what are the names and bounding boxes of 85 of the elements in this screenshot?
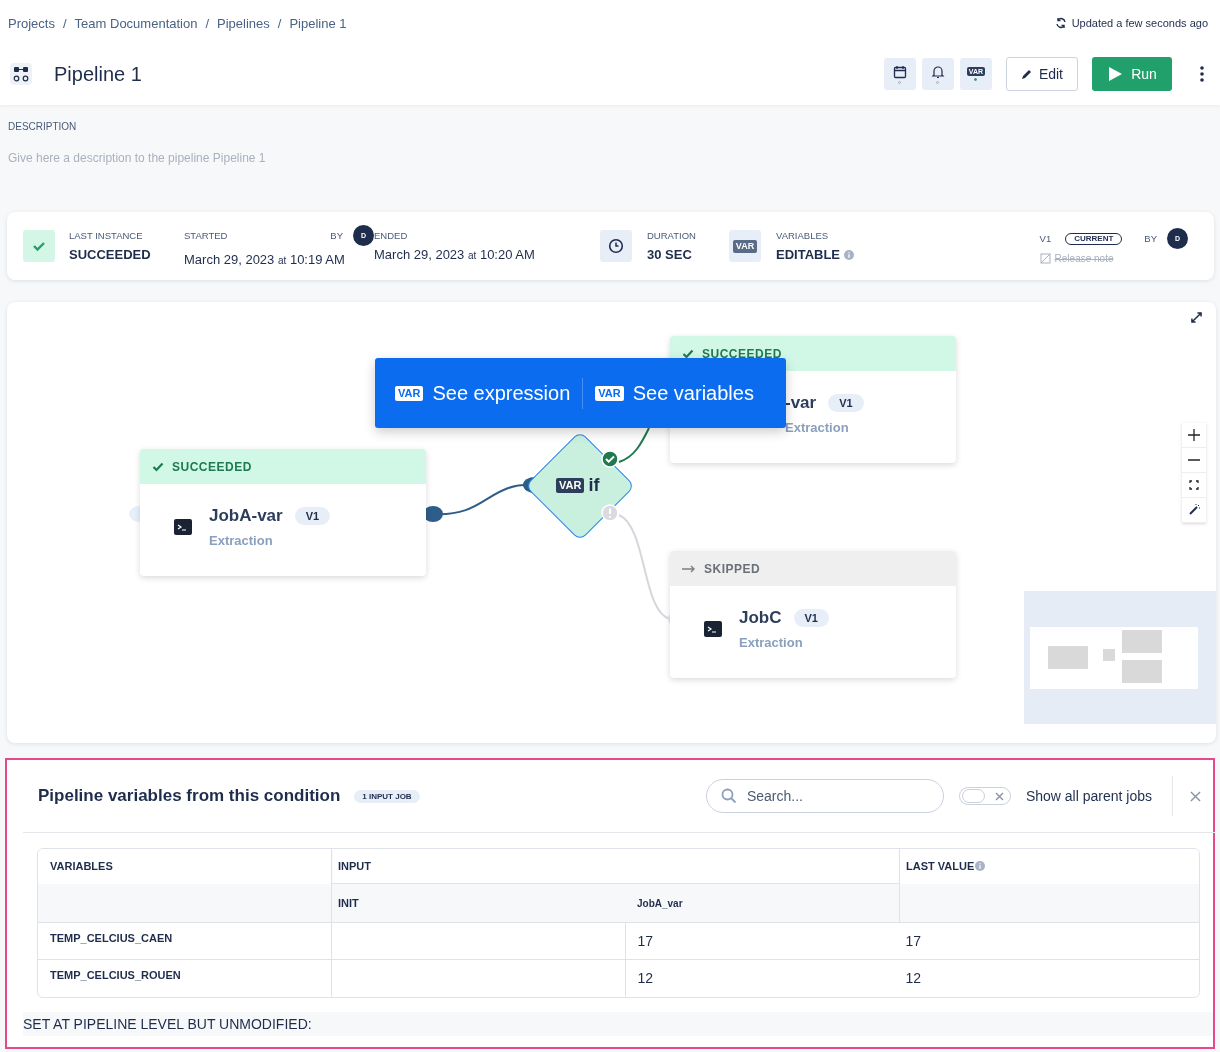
end-date: March 29, 2023 at 10:20 AM [374, 247, 536, 262]
close-icon[interactable] [1190, 790, 1201, 802]
section-heading: SET AT PIPELINE LEVEL BUT UNMODIFIED: [23, 1011, 1213, 1036]
popup-action-button[interactable]: VAR See variables [582, 377, 754, 409]
variable-badge: VAR [556, 478, 585, 493]
breadcrumb-link[interactable]: Pipeline 1 [289, 15, 347, 31]
job-name: -var [785, 393, 817, 413]
table-cell: 12 [899, 959, 1199, 997]
breadcrumb-link[interactable]: Projects [8, 15, 55, 31]
more-options-icon[interactable] [1200, 66, 1204, 82]
table-cell: TEMP_CELCIUS_ROUEN [38, 959, 332, 997]
column-header: VARIABLES [38, 849, 332, 884]
breadcrumb-link[interactable]: Team Documentation [74, 15, 198, 31]
duration-value: 30 SEC [647, 247, 693, 262]
table-cell: TEMP_CELCIUS_CAEN [38, 922, 332, 960]
job-type: Extraction [785, 420, 850, 435]
pencil-icon [1020, 68, 1033, 80]
search-icon [720, 788, 737, 804]
variables-icon: VAR [729, 230, 761, 262]
column-header: INPUT [331, 849, 900, 884]
field-label: ENDED [374, 230, 409, 241]
job-name: JobA-var [209, 506, 283, 526]
input-job-badge: 1 INPUT JOB [354, 789, 420, 803]
edit-button[interactable]: Edit [1005, 57, 1078, 91]
bell-icon [930, 64, 945, 79]
breadcrumb-link[interactable]: Pipelines [217, 15, 270, 31]
connector-line [618, 427, 650, 463]
version-badge: V1 [793, 609, 829, 627]
column-header: JobA_var [625, 883, 900, 923]
field-label: DURATION [647, 230, 697, 241]
refresh-icon[interactable] [1054, 17, 1067, 29]
search-field[interactable]: Search... [705, 779, 944, 813]
check-icon [682, 347, 694, 360]
terminal-icon [704, 621, 722, 637]
column-header: INIT [331, 883, 625, 923]
table-cell: 17 [625, 922, 900, 960]
expand-icon[interactable] [1191, 312, 1202, 323]
calendar-icon [892, 64, 907, 79]
table-cell: 12 [625, 959, 900, 997]
description-field[interactable]: Give here a description to the pipeline Pipeline 1 [8, 151, 508, 165]
panel-title: Pipeline variables from this condition [38, 786, 341, 806]
node-status: SUCCEEDED [172, 459, 252, 474]
field-label: STARTED [184, 230, 228, 241]
condition-label: if [588, 475, 600, 496]
notification-button[interactable] [921, 58, 954, 90]
version-badge: V1 [828, 394, 864, 412]
version-label: V1 [1039, 233, 1052, 244]
arrow-icon [682, 563, 696, 574]
breadcrumb-separator: / [277, 15, 282, 31]
breadcrumb-separator: / [62, 15, 67, 31]
status-value: SUCCEEDED [69, 247, 152, 262]
success-port-icon [601, 450, 619, 468]
table-cell: 17 [899, 922, 1199, 960]
toggle-label: Show all parent jobs [1025, 788, 1152, 804]
terminal-icon [174, 519, 192, 535]
breadcrumb-separator: / [205, 15, 210, 31]
variables-value: EDITABLE [776, 247, 841, 262]
field-label: BY [1144, 233, 1157, 244]
field-label: BY [330, 230, 343, 241]
version-badge: V1 [294, 507, 331, 525]
job-type: Extraction [739, 635, 804, 650]
description-label: DESCRIPTION [8, 121, 78, 132]
job-node[interactable]: SUCCEEDED JobA-var V1 Extraction [140, 449, 426, 576]
cross-icon [994, 792, 1004, 801]
node-status: SKIPPED [704, 561, 761, 576]
job-node[interactable]: SKIPPED JobC V1 Extraction [670, 551, 956, 678]
check-icon [152, 460, 164, 473]
popup-action-button[interactable]: VAR See expression [395, 377, 571, 409]
field-label: LAST INSTANCE [69, 230, 144, 241]
pipeline-icon [10, 63, 32, 85]
note-icon [1039, 253, 1051, 264]
play-icon [1107, 66, 1124, 82]
node-status: SUCCEEDED [702, 346, 782, 361]
job-name: JobC [739, 608, 782, 628]
warning-port-icon [601, 504, 619, 522]
job-type: Extraction [209, 533, 274, 548]
calendar-button[interactable] [883, 58, 916, 90]
start-date: March 29, 2023 at 10:19 AM [184, 252, 346, 267]
clock-icon [600, 230, 632, 262]
input-port [129, 506, 140, 522]
update-status: Updated a few seconds ago [1071, 17, 1208, 29]
success-icon [23, 230, 55, 262]
column-header: LAST VALUE [906, 860, 975, 873]
pipeline-title: Pipeline 1 [54, 62, 142, 86]
field-label: VARIABLES [776, 230, 830, 241]
